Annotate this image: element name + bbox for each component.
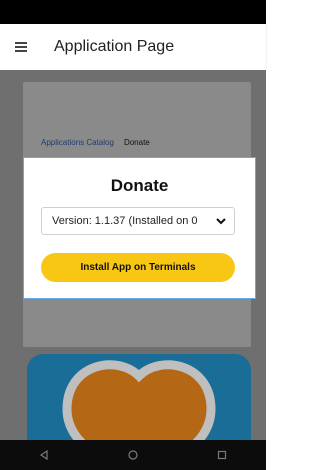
app-icon-dim-overlay bbox=[27, 354, 251, 454]
donate-modal: Donate Version: 1.1.37 (Installed on 0 I… bbox=[23, 157, 256, 299]
version-select-value: Version: 1.1.37 (Installed on 0 bbox=[52, 215, 198, 227]
hamburger-menu-icon[interactable] bbox=[10, 36, 32, 58]
app-icon-image bbox=[27, 354, 251, 454]
chevron-down-icon bbox=[214, 214, 228, 228]
modal-title: Donate bbox=[110, 176, 169, 195]
back-icon[interactable] bbox=[37, 448, 51, 462]
breadcrumb: Applications Catalog Donate bbox=[41, 138, 150, 147]
app-bar: Application Page bbox=[0, 24, 266, 70]
breadcrumb-link-applications-catalog[interactable]: Applications Catalog bbox=[41, 138, 114, 147]
home-icon[interactable] bbox=[126, 448, 140, 462]
install-app-button[interactable]: Install App on Terminals bbox=[41, 253, 235, 282]
version-select[interactable]: Version: 1.1.37 (Installed on 0 bbox=[41, 207, 235, 235]
recents-icon[interactable] bbox=[215, 448, 229, 462]
page-title: Application Page bbox=[54, 38, 175, 55]
status-bar bbox=[0, 0, 266, 24]
breadcrumb-current: Donate bbox=[123, 138, 150, 147]
system-nav-bar bbox=[0, 440, 266, 470]
